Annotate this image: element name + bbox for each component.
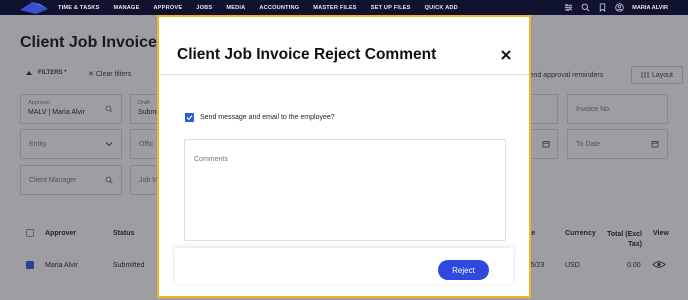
reject-comment-modal: Client Job Invoice Reject Comment Send m… <box>157 15 531 298</box>
nav-item-media[interactable]: MEDIA <box>226 5 245 11</box>
search-icon[interactable] <box>581 3 590 12</box>
reject-button[interactable]: Reject <box>438 260 489 280</box>
nav-item-accounting[interactable]: ACCOUNTING <box>259 5 299 11</box>
bookmark-icon[interactable] <box>598 3 607 12</box>
nav-item-quick-add[interactable]: QUICK ADD <box>425 5 458 11</box>
nav-item-jobs[interactable]: JOBS <box>196 5 212 11</box>
user-name[interactable]: MARIA ALVIR <box>632 5 668 11</box>
modal-title: Client Job Invoice Reject Comment <box>177 46 437 63</box>
send-message-label: Send message and email to the employee? <box>200 113 335 121</box>
send-message-option[interactable]: Send message and email to the employee? <box>185 112 335 122</box>
nav-item-time-tasks[interactable]: TIME & TASKS <box>58 5 99 11</box>
nav-item-approve[interactable]: APPROVE <box>154 5 183 11</box>
checkmark-icon <box>186 114 193 120</box>
nav-item-master-files[interactable]: MASTER FILES <box>313 5 356 11</box>
modal-header: Client Job Invoice Reject Comment <box>159 17 529 75</box>
main-menu: TIME & TASKS MANAGE APPROVE JOBS MEDIA A… <box>58 0 472 15</box>
filter-settings-icon[interactable] <box>564 3 573 12</box>
user-circle-icon[interactable] <box>615 3 624 12</box>
send-message-checkbox[interactable] <box>185 112 194 122</box>
close-icon[interactable] <box>499 48 513 62</box>
nav-item-set-up-files[interactable]: SET UP FILES <box>371 5 411 11</box>
nav-item-manage[interactable]: MANAGE <box>113 5 139 11</box>
comments-textarea[interactable] <box>184 139 506 241</box>
nav-utilities: MARIA ALVIR <box>564 0 668 15</box>
top-nav-bar: TIME & TASKS MANAGE APPROVE JOBS MEDIA A… <box>0 0 688 15</box>
modal-footer: Reject <box>175 248 513 284</box>
company-logo[interactable] <box>18 0 52 14</box>
